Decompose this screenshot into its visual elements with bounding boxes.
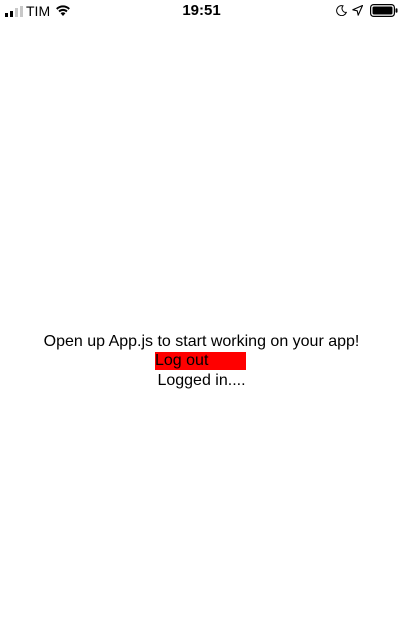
logout-row: Log out <box>0 352 403 371</box>
location-icon <box>352 5 363 16</box>
intro-text: Open up App.js to start working on your … <box>43 333 360 350</box>
status-bar: TIM 19:51 <box>0 0 403 22</box>
moon-icon <box>336 5 347 16</box>
logout-button[interactable]: Log out <box>155 352 246 370</box>
battery-icon <box>370 4 398 17</box>
login-status-text: Logged in.... <box>157 372 246 389</box>
